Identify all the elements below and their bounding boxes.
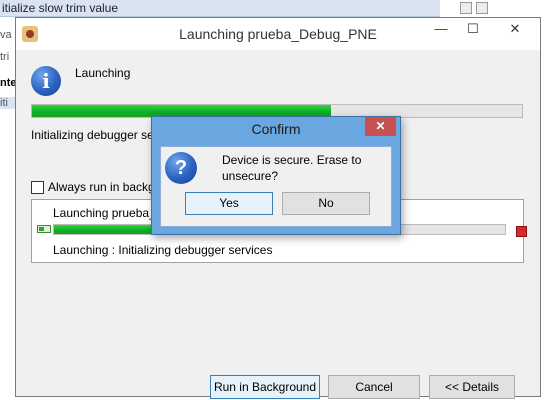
- background-fragment: tri: [0, 51, 10, 63]
- status-text: Initializing debugger se: [31, 128, 154, 142]
- job-name: Launching prueba_: [53, 206, 156, 220]
- background-fragment: va: [0, 29, 12, 41]
- always-run-checkbox[interactable]: [31, 180, 44, 194]
- confirm-close-button[interactable]: ✕: [365, 117, 396, 136]
- always-run-checkbox-row[interactable]: Always run in backg: [31, 180, 155, 194]
- question-icon: ?: [165, 152, 197, 184]
- confirm-dialog: Confirm ✕ ? Device is secure. Erase to u…: [151, 116, 401, 235]
- background-toolbar-icon: [460, 2, 472, 14]
- background-toolbar-icon: [476, 2, 488, 14]
- confirm-body: ? Device is secure. Erase to unsecure? Y…: [160, 146, 392, 227]
- maximize-button[interactable]: ☐: [458, 18, 488, 42]
- confirm-message: Device is secure. Erase to unsecure?: [222, 153, 362, 183]
- progress-job-icon: [37, 225, 51, 233]
- details-panel: [31, 263, 524, 361]
- cancel-button[interactable]: Cancel: [328, 375, 420, 399]
- confirm-title: Confirm: [251, 121, 301, 137]
- run-in-background-button[interactable]: Run in Background: [210, 375, 320, 399]
- background-left-panel: va tri nte iti: [0, 17, 17, 400]
- always-run-label: Always run in backg: [48, 180, 155, 194]
- minimize-button[interactable]: —: [426, 18, 456, 42]
- background-fragment: iti: [0, 97, 15, 109]
- stop-job-icon[interactable]: [516, 226, 527, 237]
- job-status: Launching : Initializing debugger servic…: [53, 243, 273, 257]
- background-toolbar: [440, 0, 548, 17]
- launching-heading: Launching: [75, 66, 131, 80]
- background-editor-line: itialize slow trim value: [0, 0, 440, 17]
- no-button[interactable]: No: [282, 192, 370, 215]
- title-bar[interactable]: Launching prueba_Debug_PNE — ☐ ✕: [16, 18, 540, 50]
- details-button[interactable]: << Details: [429, 375, 515, 399]
- yes-button[interactable]: Yes: [185, 192, 273, 215]
- close-button[interactable]: ✕: [500, 18, 530, 42]
- info-icon: i: [31, 66, 61, 96]
